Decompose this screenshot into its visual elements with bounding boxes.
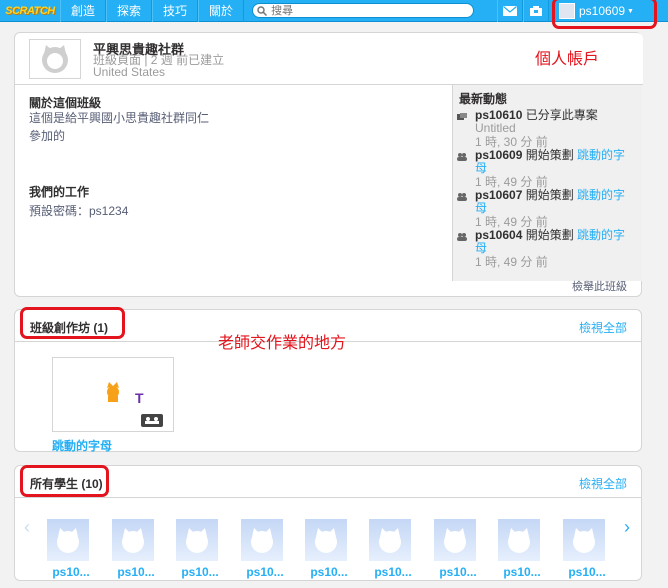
student-name: ps10... (246, 565, 284, 579)
activity-action: 開始策劃 (522, 148, 578, 162)
messages-icon[interactable] (497, 0, 523, 22)
student-item[interactable]: ps10... (363, 519, 423, 579)
class-icon (42, 45, 68, 73)
student-avatar (369, 519, 411, 561)
student-name: ps10... (181, 565, 219, 579)
student-item[interactable]: ps10... (170, 519, 230, 579)
annotation-account: 個人帳戶 (535, 51, 600, 68)
nav-about[interactable]: 關於 (198, 0, 245, 22)
annotation-box-students (20, 465, 109, 497)
my-stuff-icon[interactable] (523, 0, 549, 22)
activity-user[interactable]: ps10604 (475, 228, 522, 242)
studio-preview-image: T (107, 382, 163, 427)
student-name: ps10... (439, 565, 477, 579)
activity-action: 開始策劃 (522, 228, 578, 242)
activity-title: 最新動態 (459, 92, 508, 106)
student-item[interactable]: ps10... (106, 519, 166, 579)
student-avatar (112, 519, 154, 561)
class-meta-line2: United States (93, 65, 166, 79)
search-input[interactable] (271, 4, 462, 17)
work-text: 預設密碼：ps1234 (29, 204, 129, 218)
studio-thumbnail[interactable]: T (52, 357, 174, 432)
svg-text:T: T (135, 390, 144, 406)
studios-body: T 跳動的字母 (15, 345, 641, 453)
studio-name-link[interactable]: 跳動的字母 (52, 437, 112, 454)
nav-create[interactable]: 創造 (60, 0, 107, 22)
student-avatar (176, 519, 218, 561)
student-item[interactable]: ps10... (41, 519, 101, 579)
class-main-card: 平興思貴趣社群 班級頁面 | 2 週 前已建立 United States 個人… (14, 32, 643, 298)
students-view-all-link[interactable]: 檢視全部 (579, 475, 627, 492)
class-description: 關於這個班級 這個是給平興國小思貴趣社群同仁 參加的 我們的工作 預設密碼：ps… (15, 85, 452, 298)
student-name: ps10... (374, 565, 412, 579)
student-item[interactable]: ps10... (557, 519, 617, 579)
student-name: ps10... (52, 565, 90, 579)
student-avatar (47, 519, 89, 561)
student-item[interactable]: ps10... (235, 519, 295, 579)
student-avatar (498, 519, 540, 561)
about-text-line2: 參加的 (29, 129, 66, 143)
class-meta: 班級頁面 | 2 週 前已建立 United States (93, 54, 224, 78)
curator-icon (457, 193, 467, 201)
top-icons (497, 0, 549, 22)
carousel-prev-icon[interactable]: ‹ (24, 517, 30, 538)
activity-action: 開始策劃 (522, 188, 578, 202)
student-item[interactable]: ps10... (492, 519, 552, 579)
scratch-logo[interactable]: SCRATCH (0, 0, 60, 22)
class-header: 平興思貴趣社群 班級頁面 | 2 週 前已建立 United States 個人… (15, 33, 643, 85)
report-class-link[interactable]: 檢舉此班級 (572, 278, 627, 294)
about-text: 這個是給平興國小思貴趣社群同仁 參加的 (29, 109, 209, 145)
annotation-box-account (552, 0, 657, 29)
nav-explore[interactable]: 探索 (106, 0, 153, 22)
activity-panel: 最新動態 ps10610 已分享此專案 Untitled 1 時, 30 分 前… (452, 85, 642, 281)
activity-text: ps10607 開始策劃 跳動的字母 (475, 189, 635, 215)
student-name: ps10... (568, 565, 606, 579)
students-carousel: ‹ ps10... ps10... ps10... ps10... ps10..… (15, 499, 641, 581)
share-icon (457, 113, 467, 120)
student-avatar (434, 519, 476, 561)
work-title: 我們的工作 (29, 185, 90, 199)
studios-view-all-link[interactable]: 檢視全部 (579, 319, 627, 336)
curator-icon (457, 153, 467, 161)
student-avatar (563, 519, 605, 561)
curator-icon (457, 233, 467, 241)
activity-user[interactable]: ps10610 (475, 108, 522, 122)
student-name: ps10... (503, 565, 541, 579)
student-item[interactable]: ps10... (299, 519, 359, 579)
annotation-box-studios (20, 307, 125, 339)
student-name: ps10... (310, 565, 348, 579)
activity-text: ps10609 開始策劃 跳動的字母 (475, 149, 635, 175)
carousel-next-icon[interactable]: › (624, 517, 630, 538)
nav-tips[interactable]: 技巧 (152, 0, 199, 22)
student-name: ps10... (117, 565, 155, 579)
class-thumbnail (29, 39, 81, 79)
student-avatar (305, 519, 347, 561)
activity-user[interactable]: ps10607 (475, 188, 522, 202)
student-avatar (241, 519, 283, 561)
activity-action: 已分享此專案 (522, 108, 598, 122)
activity-time: 1 時, 49 分 前 (475, 255, 548, 269)
search-box[interactable] (252, 3, 475, 18)
activity-user[interactable]: ps10609 (475, 148, 522, 162)
activity-text: ps10604 開始策劃 跳動的字母 (475, 229, 635, 255)
search-icon (257, 5, 268, 16)
about-text-line1: 這個是給平興國小思貴趣社群同仁 (29, 111, 210, 125)
student-item[interactable]: ps10... (428, 519, 488, 579)
